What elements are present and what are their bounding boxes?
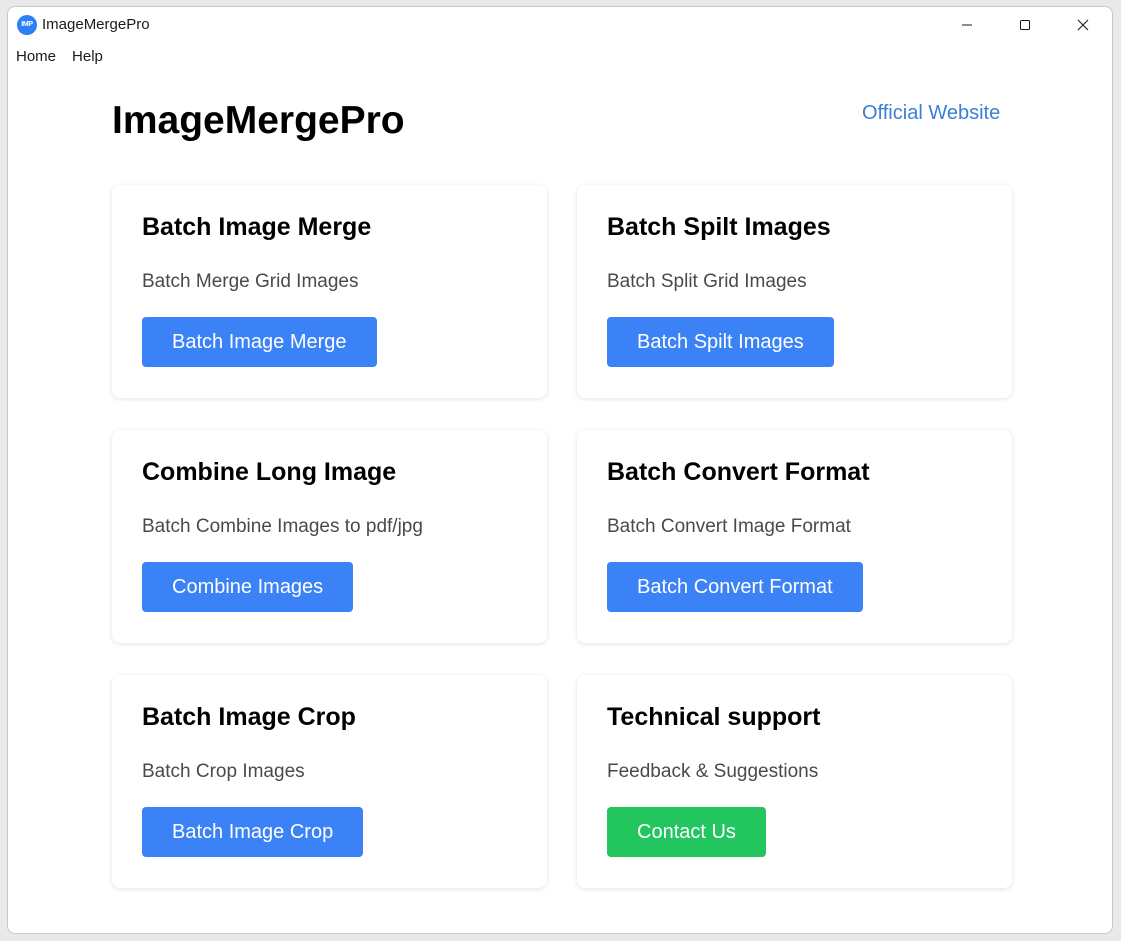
card-technical-support: Technical support Feedback & Suggestions… <box>577 675 1012 888</box>
maximize-icon <box>1020 20 1030 30</box>
card-description: Batch Combine Images to pdf/jpg <box>142 516 423 537</box>
card-title: Technical support <box>607 703 821 731</box>
card-title: Combine Long Image <box>142 458 397 486</box>
card-description: Batch Convert Image Format <box>607 516 851 537</box>
batch-image-crop-button[interactable]: Batch Image Crop <box>142 807 364 857</box>
close-button[interactable] <box>1054 7 1112 43</box>
menu-home[interactable]: Home <box>8 45 64 69</box>
card-title: Batch Convert Format <box>607 458 870 486</box>
batch-image-merge-button[interactable]: Batch Image Merge <box>142 317 377 367</box>
contact-us-button[interactable]: Contact Us <box>607 807 766 857</box>
minimize-button[interactable] <box>938 7 996 43</box>
card-batch-image-merge: Batch Image Merge Batch Merge Grid Image… <box>112 185 547 398</box>
card-title: Batch Spilt Images <box>607 213 831 241</box>
title-bar[interactable]: IMP ImageMergePro <box>8 7 1112 43</box>
batch-split-images-button[interactable]: Batch Spilt Images <box>607 317 834 367</box>
card-batch-convert-format: Batch Convert Format Batch Convert Image… <box>577 430 1012 643</box>
official-website-link[interactable]: Official Website <box>862 102 1000 125</box>
card-description: Batch Merge Grid Images <box>142 271 359 292</box>
card-description: Feedback & Suggestions <box>607 761 819 782</box>
menu-bar: Home Help <box>8 45 111 69</box>
card-combine-long-image: Combine Long Image Batch Combine Images … <box>112 430 547 643</box>
card-description: Batch Split Grid Images <box>607 271 807 292</box>
minimize-icon <box>962 24 972 26</box>
card-batch-image-crop: Batch Image Crop Batch Crop Images Batch… <box>112 675 547 888</box>
close-icon <box>1077 19 1089 31</box>
window-title: ImageMergePro <box>42 16 150 33</box>
batch-convert-format-button[interactable]: Batch Convert Format <box>607 562 863 612</box>
app-window: IMP ImageMergePro Home Help ImageMergePr… <box>7 6 1113 934</box>
app-logo-icon: IMP <box>17 15 37 35</box>
card-title: Batch Image Crop <box>142 703 356 731</box>
menu-help[interactable]: Help <box>64 45 111 69</box>
combine-images-button[interactable]: Combine Images <box>142 562 354 612</box>
maximize-button[interactable] <box>996 7 1054 43</box>
card-batch-split-images: Batch Spilt Images Batch Split Grid Imag… <box>577 185 1012 398</box>
card-title: Batch Image Merge <box>142 213 372 241</box>
card-description: Batch Crop Images <box>142 761 305 782</box>
page-title: ImageMergePro <box>112 99 405 142</box>
